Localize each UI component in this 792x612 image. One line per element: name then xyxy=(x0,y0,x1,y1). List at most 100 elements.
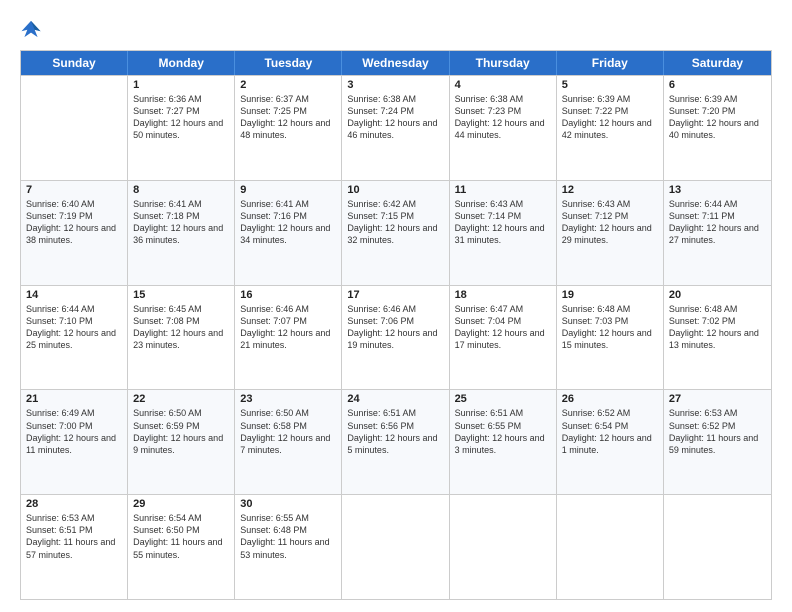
cell-info: Sunrise: 6:53 AM Sunset: 6:52 PM Dayligh… xyxy=(669,407,766,456)
cell-info: Sunrise: 6:43 AM Sunset: 7:14 PM Dayligh… xyxy=(455,198,551,247)
calendar-cell-23: 23Sunrise: 6:50 AM Sunset: 6:58 PM Dayli… xyxy=(235,390,342,494)
header xyxy=(20,18,772,40)
day-number: 7 xyxy=(26,184,122,196)
day-number: 11 xyxy=(455,184,551,196)
calendar-row-3: 21 Sunrise: 6:49 AM Sunset: 7:00 PM Dayli… xyxy=(21,389,771,494)
calendar-cell-21: 21 Sunrise: 6:49 AM Sunset: 7:00 PM Dayli… xyxy=(21,390,128,494)
day-number: 5 xyxy=(562,79,658,91)
day-number: 12 xyxy=(562,184,658,196)
weekday-header-tuesday: Tuesday xyxy=(235,51,342,75)
calendar-cell-8: 8 Sunrise: 6:41 AM Sunset: 7:18 PM Daylig… xyxy=(128,181,235,285)
day-number: 13 xyxy=(669,184,766,196)
day-number: 15 xyxy=(133,289,229,301)
calendar-cell-16: 16Sunrise: 6:46 AM Sunset: 7:07 PM Dayli… xyxy=(235,286,342,390)
calendar-cell-11: 11 Sunrise: 6:43 AM Sunset: 7:14 PM Dayli… xyxy=(450,181,557,285)
calendar-cell-9: 9 Sunrise: 6:41 AM Sunset: 7:16 PM Daylig… xyxy=(235,181,342,285)
calendar-row-2: 14 Sunrise: 6:44 AM Sunset: 7:10 PM Dayli… xyxy=(21,285,771,390)
cell-info: Sunrise: 6:46 AM Sunset: 7:06 PM Dayligh… xyxy=(347,303,443,352)
calendar-cell-3: 3Sunrise: 6:38 AM Sunset: 7:24 PM Daylig… xyxy=(342,76,449,180)
page: SundayMondayTuesdayWednesdayThursdayFrid… xyxy=(0,0,792,612)
calendar-cell-5: 5 Sunrise: 6:39 AM Sunset: 7:22 PM Daylig… xyxy=(557,76,664,180)
day-number: 26 xyxy=(562,393,658,405)
day-number: 16 xyxy=(240,289,336,301)
day-number: 24 xyxy=(347,393,443,405)
cell-info: Sunrise: 6:39 AM Sunset: 7:22 PM Dayligh… xyxy=(562,93,658,142)
day-number: 28 xyxy=(26,498,122,510)
day-number: 8 xyxy=(133,184,229,196)
cell-info: Sunrise: 6:49 AM Sunset: 7:00 PM Dayligh… xyxy=(26,407,122,456)
cell-info: Sunrise: 6:44 AM Sunset: 7:10 PM Dayligh… xyxy=(26,303,122,352)
cell-info: Sunrise: 6:54 AM Sunset: 6:50 PM Dayligh… xyxy=(133,512,229,561)
cell-info: Sunrise: 6:51 AM Sunset: 6:55 PM Dayligh… xyxy=(455,407,551,456)
day-number: 1 xyxy=(133,79,229,91)
day-number: 20 xyxy=(669,289,766,301)
day-number: 2 xyxy=(240,79,336,91)
cell-info: Sunrise: 6:45 AM Sunset: 7:08 PM Dayligh… xyxy=(133,303,229,352)
calendar-cell-18: 18Sunrise: 6:47 AM Sunset: 7:04 PM Dayli… xyxy=(450,286,557,390)
logo xyxy=(20,18,46,40)
calendar-cell-empty-0 xyxy=(21,76,128,180)
calendar-cell-empty-4 xyxy=(450,495,557,599)
logo-icon xyxy=(20,18,42,40)
calendar-cell-4: 4 Sunrise: 6:38 AM Sunset: 7:23 PM Daylig… xyxy=(450,76,557,180)
calendar-cell-20: 20 Sunrise: 6:48 AM Sunset: 7:02 PM Dayli… xyxy=(664,286,771,390)
day-number: 6 xyxy=(669,79,766,91)
calendar-cell-19: 19 Sunrise: 6:48 AM Sunset: 7:03 PM Dayli… xyxy=(557,286,664,390)
calendar-cell-empty-6 xyxy=(664,495,771,599)
calendar-row-0: 1 Sunrise: 6:36 AM Sunset: 7:27 PM Daylig… xyxy=(21,75,771,180)
cell-info: Sunrise: 6:42 AM Sunset: 7:15 PM Dayligh… xyxy=(347,198,443,247)
calendar-cell-2: 2 Sunrise: 6:37 AM Sunset: 7:25 PM Daylig… xyxy=(235,76,342,180)
cell-info: Sunrise: 6:50 AM Sunset: 6:59 PM Dayligh… xyxy=(133,407,229,456)
calendar-row-4: 28 Sunrise: 6:53 AM Sunset: 6:51 PM Dayli… xyxy=(21,494,771,599)
cell-info: Sunrise: 6:40 AM Sunset: 7:19 PM Dayligh… xyxy=(26,198,122,247)
calendar-cell-10: 10 Sunrise: 6:42 AM Sunset: 7:15 PM Dayli… xyxy=(342,181,449,285)
calendar-cell-25: 25 Sunrise: 6:51 AM Sunset: 6:55 PM Dayli… xyxy=(450,390,557,494)
day-number: 10 xyxy=(347,184,443,196)
calendar-cell-15: 15 Sunrise: 6:45 AM Sunset: 7:08 PM Dayli… xyxy=(128,286,235,390)
calendar-cell-26: 26 Sunrise: 6:52 AM Sunset: 6:54 PM Dayli… xyxy=(557,390,664,494)
calendar-row-1: 7 Sunrise: 6:40 AM Sunset: 7:19 PM Daylig… xyxy=(21,180,771,285)
calendar-cell-12: 12 Sunrise: 6:43 AM Sunset: 7:12 PM Dayli… xyxy=(557,181,664,285)
day-number: 14 xyxy=(26,289,122,301)
cell-info: Sunrise: 6:41 AM Sunset: 7:18 PM Dayligh… xyxy=(133,198,229,247)
calendar-cell-24: 24 Sunrise: 6:51 AM Sunset: 6:56 PM Dayli… xyxy=(342,390,449,494)
day-number: 9 xyxy=(240,184,336,196)
day-number: 3 xyxy=(347,79,443,91)
calendar-header: SundayMondayTuesdayWednesdayThursdayFrid… xyxy=(21,51,771,75)
cell-info: Sunrise: 6:37 AM Sunset: 7:25 PM Dayligh… xyxy=(240,93,336,142)
day-number: 22 xyxy=(133,393,229,405)
calendar-cell-6: 6 Sunrise: 6:39 AM Sunset: 7:20 PM Daylig… xyxy=(664,76,771,180)
day-number: 30 xyxy=(240,498,336,510)
cell-info: Sunrise: 6:48 AM Sunset: 7:02 PM Dayligh… xyxy=(669,303,766,352)
calendar-cell-1: 1 Sunrise: 6:36 AM Sunset: 7:27 PM Daylig… xyxy=(128,76,235,180)
cell-info: Sunrise: 6:53 AM Sunset: 6:51 PM Dayligh… xyxy=(26,512,122,561)
day-number: 29 xyxy=(133,498,229,510)
calendar-cell-empty-3 xyxy=(342,495,449,599)
day-number: 19 xyxy=(562,289,658,301)
weekday-header-saturday: Saturday xyxy=(664,51,771,75)
cell-info: Sunrise: 6:38 AM Sunset: 7:23 PM Dayligh… xyxy=(455,93,551,142)
calendar-cell-13: 13Sunrise: 6:44 AM Sunset: 7:11 PM Dayli… xyxy=(664,181,771,285)
calendar-body: 1 Sunrise: 6:36 AM Sunset: 7:27 PM Daylig… xyxy=(21,75,771,599)
calendar: SundayMondayTuesdayWednesdayThursdayFrid… xyxy=(20,50,772,600)
cell-info: Sunrise: 6:39 AM Sunset: 7:20 PM Dayligh… xyxy=(669,93,766,142)
calendar-cell-22: 22 Sunrise: 6:50 AM Sunset: 6:59 PM Dayli… xyxy=(128,390,235,494)
cell-info: Sunrise: 6:36 AM Sunset: 7:27 PM Dayligh… xyxy=(133,93,229,142)
day-number: 27 xyxy=(669,393,766,405)
day-number: 18 xyxy=(455,289,551,301)
cell-info: Sunrise: 6:52 AM Sunset: 6:54 PM Dayligh… xyxy=(562,407,658,456)
day-number: 21 xyxy=(26,393,122,405)
weekday-header-friday: Friday xyxy=(557,51,664,75)
weekday-header-wednesday: Wednesday xyxy=(342,51,449,75)
day-number: 4 xyxy=(455,79,551,91)
cell-info: Sunrise: 6:43 AM Sunset: 7:12 PM Dayligh… xyxy=(562,198,658,247)
cell-info: Sunrise: 6:41 AM Sunset: 7:16 PM Dayligh… xyxy=(240,198,336,247)
calendar-cell-28: 28 Sunrise: 6:53 AM Sunset: 6:51 PM Dayli… xyxy=(21,495,128,599)
calendar-cell-7: 7 Sunrise: 6:40 AM Sunset: 7:19 PM Daylig… xyxy=(21,181,128,285)
day-number: 25 xyxy=(455,393,551,405)
cell-info: Sunrise: 6:48 AM Sunset: 7:03 PM Dayligh… xyxy=(562,303,658,352)
calendar-cell-29: 29 Sunrise: 6:54 AM Sunset: 6:50 PM Dayli… xyxy=(128,495,235,599)
cell-info: Sunrise: 6:51 AM Sunset: 6:56 PM Dayligh… xyxy=(347,407,443,456)
cell-info: Sunrise: 6:50 AM Sunset: 6:58 PM Dayligh… xyxy=(240,407,336,456)
weekday-header-thursday: Thursday xyxy=(450,51,557,75)
